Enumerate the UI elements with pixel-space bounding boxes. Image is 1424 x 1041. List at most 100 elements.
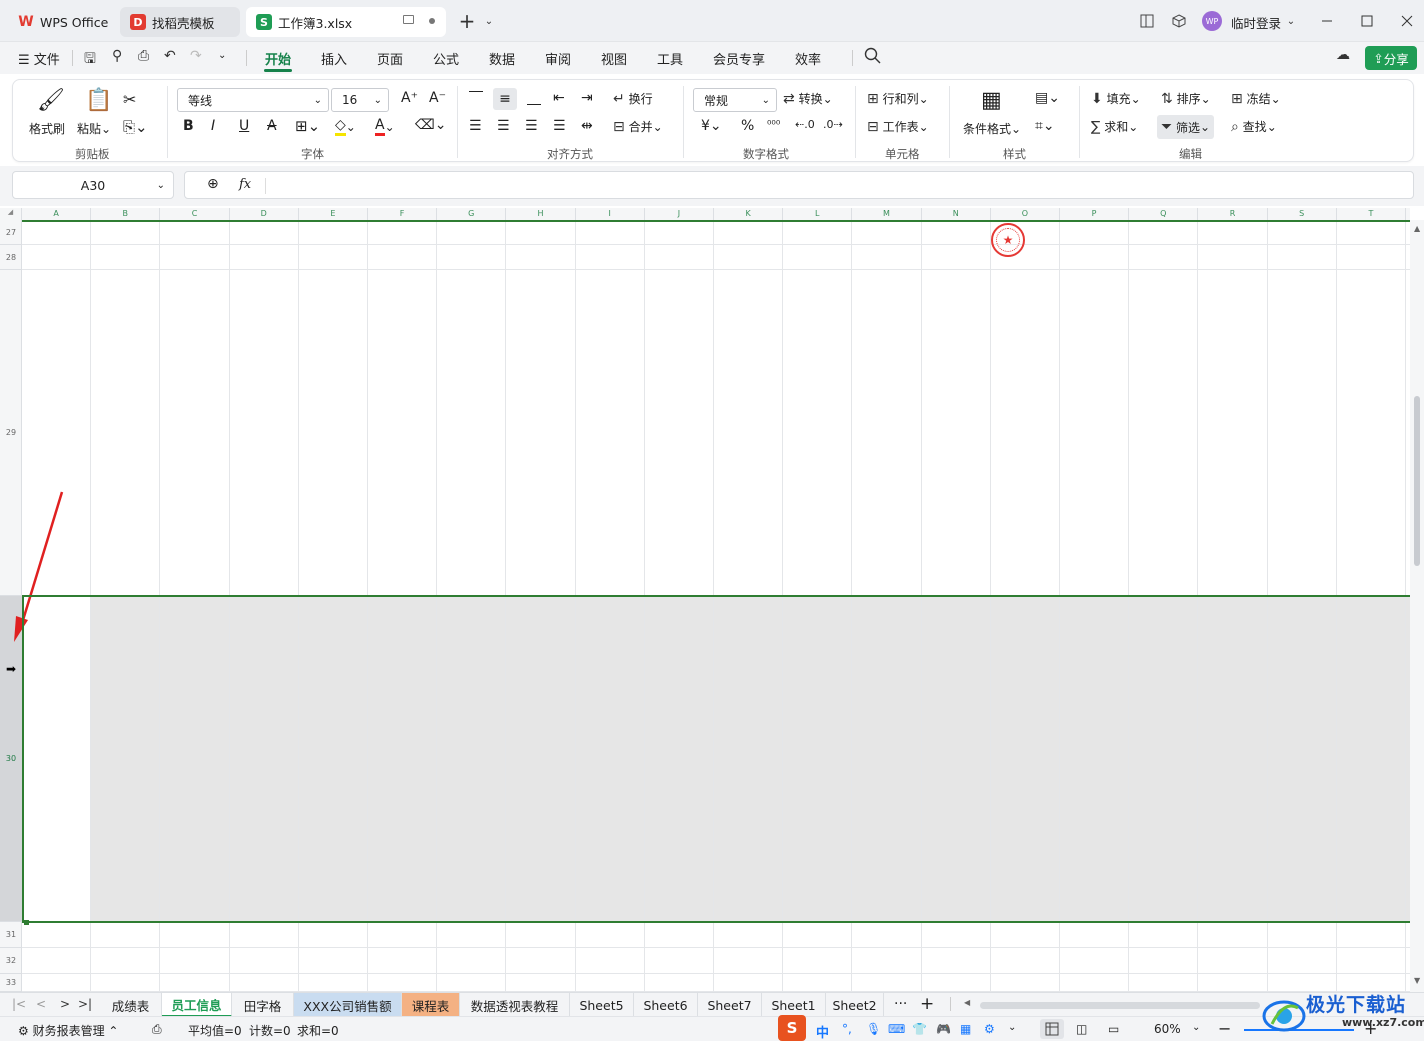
copy-icon[interactable]: ⎘⌄ bbox=[123, 118, 148, 136]
select-all-corner[interactable]: ◢ bbox=[0, 208, 22, 220]
justify-icon[interactable]: ☰ bbox=[553, 118, 566, 134]
sheet-tab[interactable]: Sheet7 bbox=[698, 993, 762, 1017]
underline-icon[interactable]: U bbox=[239, 118, 249, 134]
undo-icon[interactable]: ↶ bbox=[164, 48, 176, 64]
prev-sheet-icon[interactable]: < bbox=[36, 997, 46, 1011]
freeze-button[interactable]: ⊞ 冻结 ⌄ bbox=[1231, 90, 1281, 107]
name-box[interactable]: A30 ⌄ bbox=[12, 171, 174, 199]
apps-grid-icon[interactable]: ▦ bbox=[960, 1022, 971, 1036]
microphone-icon[interactable]: 🎙 bbox=[866, 1022, 881, 1036]
tab-efficiency[interactable]: 效率 bbox=[795, 49, 821, 68]
percent-icon[interactable]: % bbox=[741, 118, 754, 134]
page-break-view-icon[interactable]: ▭ bbox=[1108, 1022, 1119, 1036]
tab-tools[interactable]: 工具 bbox=[657, 49, 683, 68]
align-middle-icon[interactable]: ≡ bbox=[493, 88, 517, 110]
sheet-tab[interactable]: Sheet5 bbox=[570, 993, 634, 1017]
normal-view-icon[interactable] bbox=[1040, 1019, 1064, 1039]
column-header-n[interactable]: N bbox=[922, 208, 991, 220]
sheet-tab[interactable]: Sheet2 bbox=[826, 993, 884, 1017]
row-header-27[interactable]: 27 bbox=[0, 220, 22, 245]
tab-page[interactable]: 页面 bbox=[377, 49, 403, 68]
tab-docer-templates[interactable]: D 找稻壳模板 bbox=[120, 7, 240, 37]
skin-icon[interactable]: 👕 bbox=[912, 1022, 927, 1036]
convert-button[interactable]: ⇄ 转换 ⌄ bbox=[783, 90, 833, 107]
chevron-down-icon[interactable]: ⌄ bbox=[218, 50, 226, 61]
column-header-o[interactable]: O bbox=[991, 208, 1060, 220]
italic-icon[interactable]: I bbox=[211, 118, 215, 134]
column-header-j[interactable]: J bbox=[645, 208, 714, 220]
sheet-tab[interactable]: 田字格 bbox=[232, 993, 294, 1017]
find-button[interactable]: ⌕ 查找 ⌄ bbox=[1231, 118, 1277, 135]
redo-icon[interactable]: ↷ bbox=[190, 48, 202, 64]
align-top-icon[interactable]: ⎺ bbox=[469, 90, 483, 106]
column-header-l[interactable]: L bbox=[783, 208, 853, 220]
chevron-down-icon[interactable]: ⌄ bbox=[1282, 12, 1300, 30]
decimal-decrease-icon[interactable]: .0⇢ bbox=[823, 118, 843, 131]
tab-wps-office[interactable]: W WPS Office bbox=[8, 7, 114, 37]
currency-button[interactable]: ¥ ⌄ bbox=[701, 118, 722, 134]
distribute-icon[interactable]: ⇹ bbox=[581, 118, 593, 134]
row-header-28[interactable]: 28 bbox=[0, 245, 22, 270]
sheet-tab[interactable]: 课程表 bbox=[402, 993, 460, 1017]
sheet-tab[interactable]: 员工信息 bbox=[162, 993, 232, 1017]
clear-format-icon[interactable]: ⌫⌄ bbox=[415, 117, 447, 133]
maximize-icon[interactable] bbox=[1358, 12, 1376, 30]
column-header-e[interactable]: E bbox=[299, 208, 368, 220]
scroll-up-icon[interactable]: ▲ bbox=[1414, 224, 1420, 233]
paste-button[interactable]: 粘贴 ⌄ bbox=[77, 120, 111, 137]
save-icon[interactable]: 🖫 bbox=[84, 48, 96, 72]
chevron-down-icon[interactable]: ⌄ bbox=[480, 12, 498, 30]
cell-style-icon[interactable]: ▤⌄ bbox=[1035, 90, 1060, 106]
column-header-t[interactable]: T bbox=[1337, 208, 1406, 220]
sogou-ime-icon[interactable]: S bbox=[778, 1015, 806, 1041]
column-header-c[interactable]: C bbox=[160, 208, 230, 220]
keyboard-icon[interactable]: ⌨ bbox=[888, 1022, 905, 1036]
game-icon[interactable]: 🎮 bbox=[936, 1022, 951, 1036]
sheet-tab[interactable]: XXX公司销售额 bbox=[294, 993, 402, 1017]
column-header-a[interactable]: A bbox=[22, 208, 92, 220]
paste-icon[interactable]: 📋 bbox=[85, 88, 112, 113]
decrease-font-icon[interactable]: A⁻ bbox=[429, 90, 446, 106]
sort-button[interactable]: ⇅ 排序 ⌄ bbox=[1161, 90, 1211, 107]
fill-button[interactable]: ⬇ 填充 ⌄ bbox=[1091, 90, 1141, 107]
align-right-icon[interactable]: ☰ bbox=[525, 118, 538, 134]
avatar[interactable]: WP bbox=[1202, 11, 1222, 31]
company-seal-image[interactable]: ★ bbox=[991, 223, 1025, 257]
thousands-icon[interactable]: ⁰⁰⁰ bbox=[767, 118, 780, 131]
column-header-p[interactable]: P bbox=[1060, 208, 1130, 220]
fx-icon[interactable]: fx bbox=[239, 177, 251, 192]
screen-icon[interactable] bbox=[403, 15, 414, 24]
scroll-left-icon[interactable]: ◀ bbox=[964, 998, 970, 1007]
column-header-d[interactable]: D bbox=[230, 208, 299, 220]
scroll-down-icon[interactable]: ▼ bbox=[1414, 976, 1420, 985]
ime-lang-toggle[interactable]: 中 bbox=[816, 1022, 829, 1041]
filter-button[interactable]: ⏷ 筛选 ⌄ bbox=[1157, 115, 1215, 139]
horizontal-scroll-thumb[interactable] bbox=[980, 1002, 1260, 1009]
conditional-format-icon[interactable]: ▦ bbox=[981, 88, 1002, 113]
punctuation-icon[interactable]: °, bbox=[842, 1022, 852, 1036]
zoom-level[interactable]: 60% bbox=[1154, 1022, 1181, 1036]
format-painter-button[interactable]: 格式刷 bbox=[29, 120, 65, 137]
tab-insert[interactable]: 插入 bbox=[321, 49, 347, 68]
indent-decrease-icon[interactable]: ⇤ bbox=[553, 90, 565, 106]
unsaved-dot-icon[interactable] bbox=[429, 18, 435, 24]
vertical-scrollbar[interactable]: ▲ ▼ bbox=[1410, 220, 1424, 992]
scroll-thumb[interactable] bbox=[1414, 396, 1420, 566]
layout-icon[interactable] bbox=[1138, 12, 1156, 30]
zoom-out-icon[interactable]: − bbox=[1218, 1019, 1231, 1038]
fill-color-icon[interactable]: ◇ ⌄ bbox=[335, 117, 356, 136]
zoom-formula-icon[interactable]: ⊕ bbox=[207, 176, 219, 192]
minimize-icon[interactable] bbox=[1318, 12, 1336, 30]
add-sheet-icon[interactable]: + bbox=[920, 994, 934, 1014]
column-header-m[interactable]: M bbox=[852, 208, 922, 220]
sum-button[interactable]: ∑ 求和 ⌄ bbox=[1091, 118, 1138, 135]
next-sheet-icon[interactable]: > bbox=[60, 997, 70, 1011]
last-sheet-icon[interactable]: >| bbox=[78, 997, 92, 1011]
share-link-icon[interactable]: ⚲ bbox=[112, 48, 122, 64]
tab-member[interactable]: 会员专享 bbox=[713, 49, 765, 68]
sheet-grid[interactable] bbox=[22, 220, 1410, 992]
sheet-tab[interactable]: 成绩表 bbox=[100, 993, 162, 1017]
format-painter-icon[interactable]: 🖌 bbox=[37, 88, 65, 113]
accessibility-icon[interactable]: ⎙ bbox=[152, 1022, 162, 1037]
tab-review[interactable]: 审阅 bbox=[545, 49, 571, 68]
